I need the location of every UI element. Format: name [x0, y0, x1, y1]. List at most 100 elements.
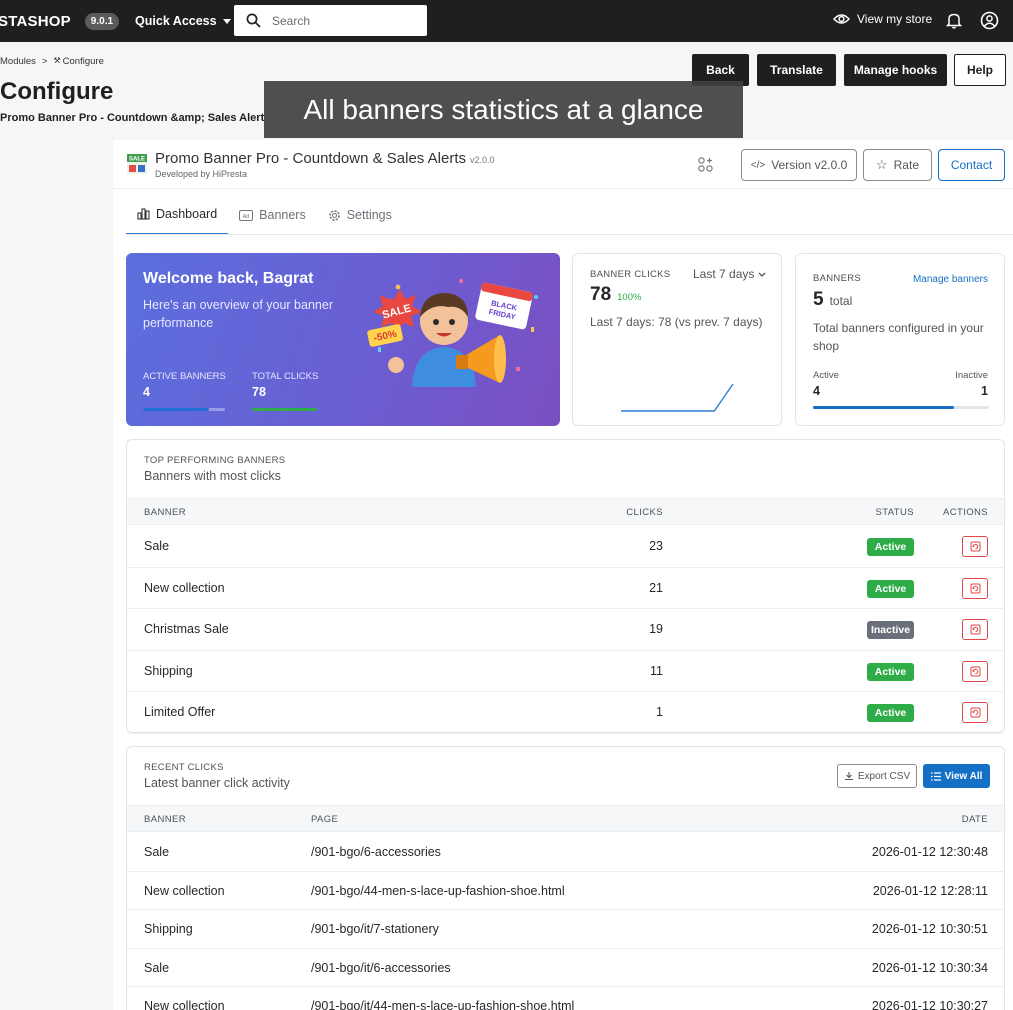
account-icon[interactable]	[980, 11, 999, 35]
status-badge: Active	[867, 662, 914, 681]
addons-icon[interactable]	[698, 157, 713, 177]
view-all-label: View All	[944, 770, 983, 782]
active-ratio-track	[813, 406, 989, 409]
recent-page-cell[interactable]: /901-bgo/44-men-s-lace-up-fashion-shoe.h…	[311, 884, 565, 898]
caret-down-icon	[222, 18, 231, 24]
reset-clicks-button[interactable]	[962, 660, 988, 682]
overlay-caption: All banners statistics at a glance	[264, 81, 743, 138]
active-banners-stat: ACTIVE BANNERS 4	[143, 371, 226, 399]
brand-logo[interactable]: STASHOP	[0, 13, 71, 30]
module-developer: Developed by HiPresta	[155, 169, 248, 179]
recent-banner-cell: New collection	[144, 999, 225, 1010]
total-clicks-label: TOTAL CLICKS	[252, 371, 319, 382]
code-icon: </>	[750, 159, 766, 171]
help-button[interactable]: Help	[954, 54, 1006, 86]
banner-clicks-caption: BANNER CLICKS	[590, 269, 671, 280]
active-count-label: Active	[813, 370, 839, 381]
chevron-down-icon	[758, 272, 766, 277]
status-badge: Active	[867, 579, 914, 598]
module-title: Promo Banner Pro - Countdown & Sales Ale…	[155, 150, 495, 167]
svg-text:Ad: Ad	[243, 213, 250, 219]
col-status: STATUS	[875, 507, 914, 518]
recent-page-cell[interactable]: /901-bgo/it/6-accessories	[311, 961, 451, 975]
recent-page-cell[interactable]: /901-bgo/6-accessories	[311, 845, 441, 859]
module-name: Promo Banner Pro - Countdown & Sales Ale…	[155, 150, 466, 167]
view-store-link[interactable]: View my store	[833, 12, 932, 26]
recent-date-cell: 2026-01-12 10:30:27	[871, 999, 988, 1010]
banners-total-group: 5 total	[813, 289, 852, 311]
banners-note: Total banners configured in your shop	[813, 321, 984, 353]
rate-button[interactable]: ☆ Rate	[863, 149, 932, 181]
active-banners-label: ACTIVE BANNERS	[143, 371, 226, 382]
col-recent-date: DATE	[961, 814, 988, 825]
module-tabs: Dashboard Ad Banners Settings	[126, 195, 403, 235]
recent-clicks-subtitle: Latest banner click activity	[144, 776, 290, 790]
quick-access-menu[interactable]: Quick Access	[135, 14, 231, 28]
col-banner: BANNER	[144, 507, 186, 518]
recent-clicks-caption: RECENT CLICKS	[144, 762, 224, 773]
manage-hooks-button[interactable]: Manage hooks	[844, 54, 947, 86]
refresh-icon	[970, 624, 980, 635]
reset-clicks-button[interactable]	[962, 702, 988, 724]
search-icon[interactable]	[234, 5, 272, 36]
manage-banners-link[interactable]: Manage banners	[913, 274, 988, 285]
clicks-cell: 11	[650, 663, 663, 678]
clicks-cell: 23	[649, 539, 663, 553]
clicks-cell: 21	[649, 580, 663, 595]
breadcrumb-separator: >	[41, 56, 48, 67]
col-recent-banner: BANNER	[144, 814, 186, 825]
notifications-bell-icon[interactable]	[945, 12, 963, 34]
tab-banners[interactable]: Ad Banners	[228, 195, 317, 235]
module-header: SALE Promo Banner Pro - Countdown & Sale…	[113, 140, 1013, 189]
tab-settings-label: Settings	[346, 208, 392, 222]
download-icon	[844, 772, 853, 781]
boy-megaphone-illustration: SALE -50% BLACK FRIDAY	[367, 279, 538, 387]
reset-clicks-button[interactable]	[962, 619, 988, 641]
period-dropdown-label: Last 7 days	[693, 267, 755, 281]
recent-banner-cell: New collection	[144, 883, 225, 898]
view-all-button[interactable]: View All	[923, 764, 990, 788]
status-badge: Active	[867, 704, 914, 723]
table-row: New collection/901-bgo/44-men-s-lace-up-…	[127, 872, 1004, 911]
black-friday-tag: BLACK FRIDAY	[475, 282, 533, 330]
search-input[interactable]	[272, 13, 412, 28]
table-row: Sale 23 Active	[127, 526, 1004, 568]
translate-button[interactable]: Translate	[757, 54, 836, 86]
page-subtitle: Promo Banner Pro - Countdown &amp; Sales…	[0, 112, 265, 124]
table-row: Sale/901-bgo/6-accessories 2026-01-12 12:…	[127, 833, 1004, 872]
welcome-card: Welcome back, Bagrat Here's an overview …	[126, 253, 560, 426]
tab-dashboard-label: Dashboard	[156, 207, 218, 221]
sparkline-series	[621, 383, 734, 412]
recent-clicks-header-row: BANNER PAGE DATE	[127, 805, 1004, 832]
export-csv-button[interactable]: Export CSV	[837, 764, 917, 788]
version-button[interactable]: </> Version v2.0.0	[741, 149, 857, 181]
version-button-label: Version v2.0.0	[771, 158, 848, 172]
refresh-icon	[970, 666, 980, 677]
recent-page-cell[interactable]: /901-bgo/it/7-stationery	[311, 922, 439, 936]
refresh-icon	[970, 583, 980, 594]
recent-page-cell[interactable]: /901-bgo/it/44-men-s-lace-up-fashion-sho…	[311, 999, 574, 1010]
recent-date-cell: 2026-01-12 12:28:11	[872, 883, 988, 898]
tab-dashboard[interactable]: Dashboard	[126, 195, 229, 235]
reset-clicks-button[interactable]	[962, 536, 988, 557]
reset-clicks-button[interactable]	[962, 577, 988, 599]
breadcrumb-modules[interactable]: Modules	[0, 56, 36, 67]
total-clicks-stat: TOTAL CLICKS 78	[252, 371, 318, 399]
clicks-cell: 19	[649, 622, 663, 637]
version-badge: 9.0.1	[84, 12, 120, 30]
contact-button[interactable]: Contact	[938, 149, 1005, 181]
recent-banner-cell: Sale	[144, 960, 170, 975]
sale-logo-icon: SALE	[127, 154, 147, 174]
period-dropdown[interactable]: Last 7 days	[693, 267, 766, 281]
total-clicks-bar	[252, 408, 317, 411]
refresh-icon	[970, 707, 980, 718]
tab-banners-label: Banners	[259, 208, 306, 222]
tab-divider	[126, 234, 1013, 235]
recent-date-cell: 2026-01-12 12:30:48	[871, 845, 988, 859]
clicks-change: 100%	[617, 292, 642, 303]
active-banners-bar	[143, 408, 209, 411]
tab-settings[interactable]: Settings	[317, 195, 403, 235]
status-badge: Inactive	[867, 621, 914, 640]
ad-banner-icon: Ad	[239, 209, 254, 221]
top-banners-header-row: BANNER CLICKS STATUS ACTIONS	[127, 498, 1004, 525]
